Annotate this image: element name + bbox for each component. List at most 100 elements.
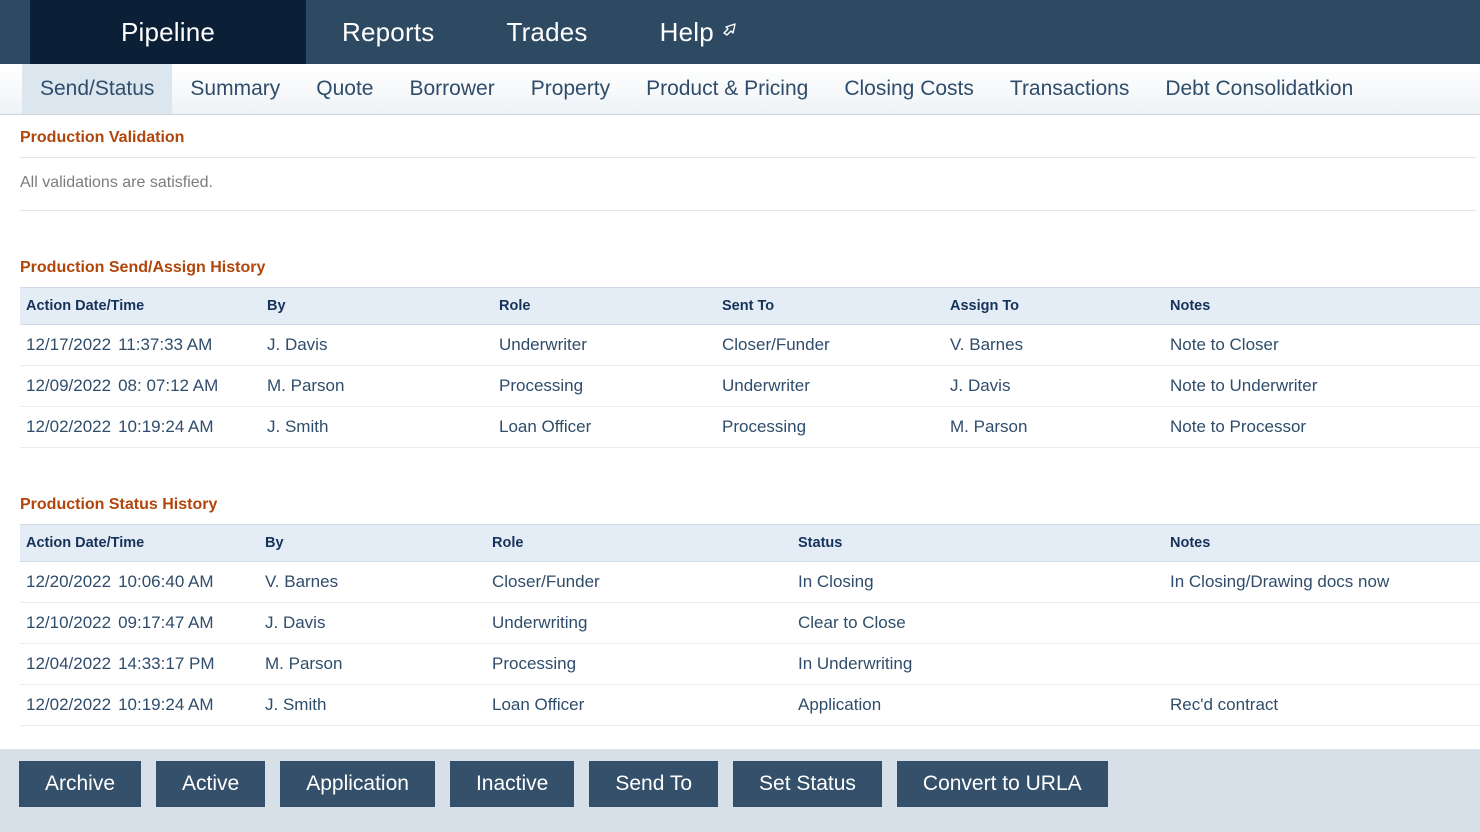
cell-by: M. Parson bbox=[259, 643, 486, 685]
status-header-row: Action Date/Time By Role Status Notes bbox=[20, 524, 1480, 562]
cell-by: J. Smith bbox=[259, 684, 486, 726]
cell-by: J. Davis bbox=[261, 324, 493, 366]
top-nav-tab-list: Pipeline Reports Trades Help bbox=[30, 0, 778, 64]
cell-time: 08: 07:12 AM bbox=[118, 376, 219, 395]
send-assign-header-row: Action Date/Time By Role Sent To Assign To No… bbox=[20, 287, 1480, 325]
top-nav-tab-label: Help bbox=[659, 16, 714, 47]
cell-assign-to: J. Davis bbox=[944, 365, 1164, 407]
sub-tab-label: Debt Consolidatkion bbox=[1165, 77, 1354, 100]
cell-role: Loan Officer bbox=[486, 684, 792, 726]
sub-tab-label: Summary bbox=[190, 77, 281, 100]
top-nav-tab-label: Trades bbox=[506, 16, 588, 47]
status-history-table: Action Date/Time By Role Status Notes 12/20/… bbox=[20, 524, 1480, 726]
cell-action-date-time: 12/09/2022 08: 07:12 AM bbox=[20, 365, 261, 407]
cell-date: 12/20/2022 bbox=[26, 572, 112, 591]
column-header-assign-to: Assign To bbox=[944, 287, 1164, 325]
table-row[interactable]: 12/02/2022 10:19:24 AM J. Smith Loan Office… bbox=[20, 684, 1480, 726]
cell-role: Underwriting bbox=[486, 602, 792, 644]
table-row[interactable]: 12/20/2022 10:06:40 AM V. Barnes Closer/Fun… bbox=[20, 561, 1480, 603]
set-status-button[interactable]: Set Status bbox=[733, 761, 882, 807]
cell-action-date-time: 12/20/2022 10:06:40 AM bbox=[20, 561, 259, 603]
column-header-sent-to: Sent To bbox=[716, 287, 944, 325]
table-row[interactable]: 12/04/2022 14:33:17 PM M. Parson Processing… bbox=[20, 643, 1480, 685]
sub-tab-closing-costs[interactable]: Closing Costs bbox=[826, 64, 992, 114]
sub-tab-label: Borrower bbox=[409, 77, 495, 100]
spacer-after-validation bbox=[0, 211, 1480, 245]
sub-tab-quote[interactable]: Quote bbox=[298, 64, 391, 114]
sub-tab-product-pricing[interactable]: Product & Pricing bbox=[628, 64, 826, 114]
cell-notes: Rec'd contract bbox=[1164, 684, 1480, 726]
archive-button[interactable]: Archive bbox=[19, 761, 142, 807]
cell-role: Processing bbox=[493, 365, 716, 407]
top-nav-tab-label: Reports bbox=[342, 16, 435, 47]
cell-assign-to: M. Parson bbox=[944, 406, 1164, 448]
sub-tab-label: Product & Pricing bbox=[646, 77, 809, 100]
cell-role: Closer/Funder bbox=[486, 561, 792, 603]
cell-date: 12/04/2022 bbox=[26, 654, 112, 673]
table-row[interactable]: 12/09/2022 08: 07:12 AM M. Parson Processin… bbox=[20, 365, 1480, 407]
cell-date: 12/02/2022 bbox=[26, 417, 112, 436]
cell-status: In Closing bbox=[792, 561, 1164, 603]
cell-status: Clear to Close bbox=[792, 602, 1164, 644]
cell-role: Processing bbox=[486, 643, 792, 685]
page-content: Production Validation All validations ar… bbox=[0, 115, 1480, 832]
top-navigation-bar: Pipeline Reports Trades Help bbox=[0, 0, 1480, 64]
top-nav-tab-help[interactable]: Help bbox=[624, 0, 778, 64]
footer-button-group: Archive Active Application Inactive Send To S… bbox=[19, 761, 1108, 807]
send-assign-history-title: Production Send/Assign History bbox=[20, 259, 266, 276]
production-validation-title: Production Validation bbox=[20, 129, 185, 146]
cell-date: 12/09/2022 bbox=[26, 376, 112, 395]
cell-by: V. Barnes bbox=[259, 561, 486, 603]
convert-to-urla-button[interactable]: Convert to URLA bbox=[896, 761, 1108, 807]
column-header-role: Role bbox=[486, 524, 792, 562]
cell-notes: Note to Closer bbox=[1164, 324, 1480, 366]
cell-action-date-time: 12/02/2022 10:19:24 AM bbox=[20, 406, 261, 448]
sub-tab-label: Quote bbox=[316, 77, 374, 100]
cell-notes bbox=[1164, 643, 1480, 685]
cell-notes: Note to Underwriter bbox=[1164, 365, 1480, 407]
sub-tab-borrower[interactable]: Borrower bbox=[392, 64, 513, 114]
cell-by: J. Smith bbox=[261, 406, 493, 448]
cell-date: 12/10/2022 bbox=[26, 613, 112, 632]
sub-tab-summary[interactable]: Summary bbox=[172, 64, 298, 114]
cell-action-date-time: 12/02/2022 10:19:24 AM bbox=[20, 684, 259, 726]
column-header-status: Status bbox=[792, 524, 1164, 562]
column-header-notes: Notes bbox=[1164, 287, 1480, 325]
cell-date: 12/17/2022 bbox=[26, 335, 112, 354]
cell-time: 10:06:40 AM bbox=[118, 572, 214, 591]
table-row[interactable]: 12/02/2022 10:19:24 AM J. Smith Loan Office… bbox=[20, 406, 1480, 448]
send-to-button[interactable]: Send To bbox=[589, 761, 719, 807]
sub-tab-property[interactable]: Property bbox=[513, 64, 628, 114]
inactive-button[interactable]: Inactive bbox=[449, 761, 575, 807]
sub-tab-transactions[interactable]: Transactions bbox=[992, 64, 1147, 114]
top-nav-tab-trades[interactable]: Trades bbox=[470, 0, 623, 64]
cell-date: 12/02/2022 bbox=[26, 695, 112, 714]
active-button[interactable]: Active bbox=[156, 761, 266, 807]
cell-sent-to: Underwriter bbox=[716, 365, 944, 407]
external-link-icon bbox=[722, 17, 742, 48]
cell-notes bbox=[1164, 602, 1480, 644]
table-row[interactable]: 12/17/2022 11:37:33 AM J. Davis Underwriter… bbox=[20, 324, 1480, 366]
cell-by: J. Davis bbox=[259, 602, 486, 644]
top-nav-tab-reports[interactable]: Reports bbox=[306, 0, 470, 64]
cell-role: Underwriter bbox=[493, 324, 716, 366]
top-nav-tab-pipeline[interactable]: Pipeline bbox=[30, 0, 306, 64]
sub-tab-label: Closing Costs bbox=[844, 77, 974, 100]
sub-tab-label: Send/Status bbox=[40, 77, 155, 100]
top-nav-tab-label: Pipeline bbox=[120, 16, 216, 47]
cell-action-date-time: 12/17/2022 11:37:33 AM bbox=[20, 324, 261, 366]
cell-time: 09:17:47 AM bbox=[118, 613, 214, 632]
send-assign-history-table: Action Date/Time By Role Sent To Assign To No… bbox=[20, 287, 1480, 448]
cell-time: 10:19:24 AM bbox=[118, 695, 214, 714]
sub-tab-send-status[interactable]: Send/Status bbox=[22, 64, 173, 114]
validation-message: All validations are satisfied. bbox=[20, 174, 213, 191]
cell-sent-to: Closer/Funder bbox=[716, 324, 944, 366]
cell-role: Loan Officer bbox=[493, 406, 716, 448]
cell-time: 11:37:33 AM bbox=[118, 335, 213, 354]
cell-assign-to: V. Barnes bbox=[944, 324, 1164, 366]
table-row[interactable]: 12/10/2022 09:17:47 AM J. Davis Underwritin… bbox=[20, 602, 1480, 644]
application-button[interactable]: Application bbox=[280, 761, 435, 807]
cell-notes: Note to Processor bbox=[1164, 406, 1480, 448]
cell-time: 14:33:17 PM bbox=[118, 654, 215, 673]
sub-tab-debt-consolidatkion[interactable]: Debt Consolidatkion bbox=[1147, 64, 1371, 114]
